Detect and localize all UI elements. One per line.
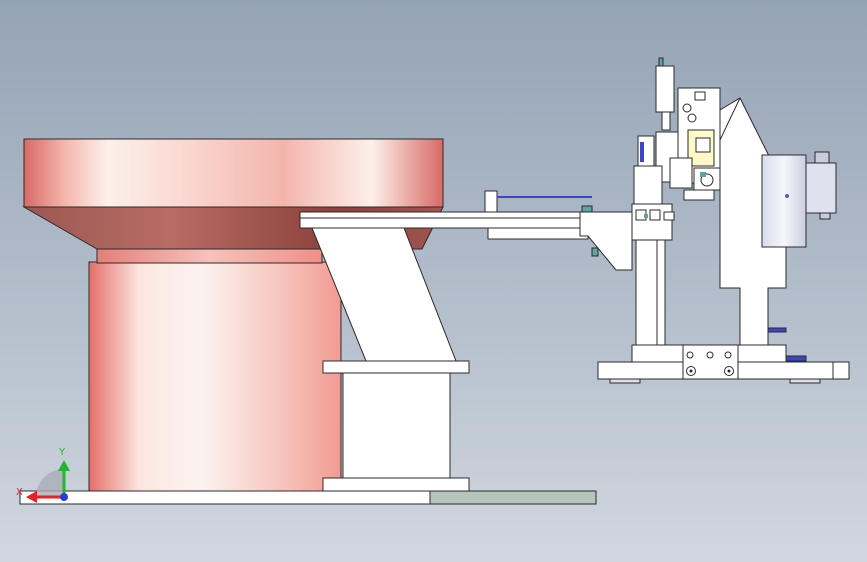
cad-model-drawing: Y X — [16, 57, 850, 505]
motor-housing — [761, 154, 807, 248]
assembly-machine — [597, 57, 850, 384]
pneumatic-cylinder — [655, 65, 675, 113]
z-axis-dot — [60, 493, 68, 501]
x-axis-label: X — [16, 487, 23, 498]
floor-base-plate — [19, 490, 597, 505]
cad-viewport[interactable]: Y X — [0, 0, 867, 562]
bowl-rim — [23, 138, 444, 208]
bowl-base-cylinder — [88, 261, 342, 492]
bowl-neck — [96, 248, 323, 264]
y-axis-label: Y — [58, 447, 66, 458]
